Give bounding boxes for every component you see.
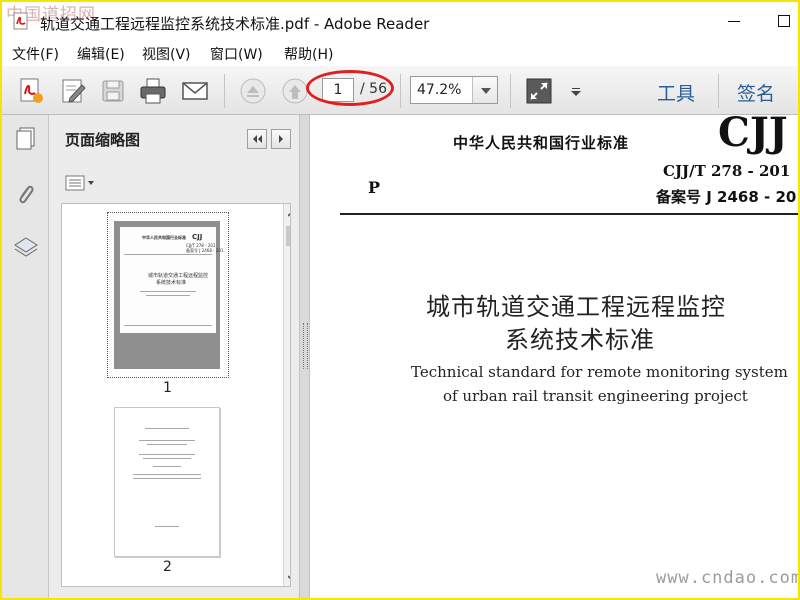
standard-code: CJJ/T 278 - 201 [663, 162, 791, 180]
scrollbar-thumb[interactable] [286, 226, 290, 246]
print-icon[interactable] [138, 76, 168, 106]
sign-button[interactable]: 签名 [737, 79, 775, 106]
thumbnail-text-line [155, 526, 179, 527]
attachment-icon[interactable] [12, 181, 40, 209]
window-title: 轨道交通工程远程监控系统技术标准.pdf - Adobe Reader [40, 15, 430, 33]
previous-page-icon[interactable] [238, 76, 268, 106]
maximize-button[interactable] [772, 10, 796, 32]
record-number: 备案号 J 2468 - 201 [656, 188, 798, 206]
thumbnail-page-2[interactable] [114, 407, 220, 557]
next-page-icon[interactable] [280, 76, 310, 106]
panel-title: 页面缩略图 [65, 131, 141, 149]
highlight-annotation [306, 70, 394, 106]
zoom-select[interactable]: 47.2% [410, 76, 498, 104]
scroll-down-icon[interactable] [288, 574, 291, 582]
document-view: 中华人民共和国行业标准 CJJ CJJ/T 278 - 201 P 备案号 J … [310, 115, 798, 598]
thumbnail-text-line [147, 444, 187, 445]
minimize-button[interactable] [722, 10, 746, 32]
thumbnails-panel: 页面缩略图 中华人民共和国行业标准 CJJ CJJ/T 278 - 201 备案… [49, 115, 299, 598]
thumbnail-title-text: 城市轨道交通工程远程监控 [148, 273, 209, 279]
chevron-down-icon[interactable] [472, 77, 497, 103]
thumbnail-header-text: 中华人民共和国行业标准 [142, 235, 186, 240]
thumbnail-text-line [143, 458, 191, 459]
panel-splitter[interactable] [299, 115, 310, 598]
thumbnail-label-1: 1 [163, 380, 172, 396]
title-bar: 中国道招网 轨道交通工程远程监控系统技术标准.pdf - Adobe Reade… [2, 2, 798, 40]
thumbnail-label-2: 2 [163, 559, 172, 575]
layers-icon[interactable] [12, 233, 40, 261]
thumbnail-options-icon[interactable] [65, 175, 97, 193]
thumbnail-text-line [139, 440, 195, 441]
thumbnail-text-line [133, 474, 201, 475]
thumbnail-text-line [140, 291, 196, 292]
tools-button[interactable]: 工具 [657, 79, 695, 106]
toolbar-separator [400, 74, 401, 108]
menu-view[interactable]: 视图(V) [142, 44, 191, 64]
collapse-panel-button[interactable] [247, 129, 267, 149]
english-title-line-2: of urban rail transit engineering projec… [443, 387, 748, 405]
zoom-value: 47.2% [417, 82, 462, 98]
thumbnail-page-1-content: 中华人民共和国行业标准 CJJ CJJ/T 278 - 201 备案号 J 24… [120, 227, 224, 333]
expand-panel-button[interactable] [271, 129, 291, 149]
edit-document-icon[interactable] [58, 76, 88, 106]
navigation-rail [2, 115, 49, 598]
standard-logo: CJJ [718, 115, 788, 156]
header-rule [340, 213, 798, 215]
toolbar-separator [718, 74, 719, 108]
thumbnail-title-text: 系统技术标准 [156, 280, 187, 286]
english-title-line-1: Technical standard for remote monitoring… [411, 363, 788, 381]
toolbar: 1 / 56 47.2% 工具 签名 [2, 66, 798, 115]
thumbnail-text-line [153, 466, 181, 467]
save-icon[interactable] [98, 76, 128, 106]
create-pdf-icon[interactable] [16, 76, 46, 106]
fullscreen-icon[interactable] [524, 76, 554, 106]
thumbnail-text-line [145, 428, 189, 429]
pdf-file-icon [12, 12, 30, 30]
scroll-up-icon[interactable] [288, 210, 291, 218]
more-tools-dropdown-icon[interactable] [570, 88, 582, 96]
document-header: 中华人民共和国行业标准 [453, 134, 630, 152]
email-icon[interactable] [180, 76, 210, 106]
thumbnail-scrollbar[interactable] [283, 204, 291, 586]
thumbnail-rule [124, 254, 212, 255]
menu-edit[interactable]: 编辑(E) [77, 44, 125, 64]
thumbnail-text-line [139, 454, 195, 455]
menu-file[interactable]: 文件(F) [12, 44, 59, 64]
menu-bar: 文件(F) 编辑(E) 视图(V) 窗口(W) 帮助(H) [2, 42, 798, 64]
toolbar-separator [224, 74, 225, 108]
thumbnail-text-line [133, 478, 201, 479]
thumbnail-rule [124, 325, 212, 326]
menu-help[interactable]: 帮助(H) [284, 44, 333, 64]
thumbnail-list: 中华人民共和国行业标准 CJJ CJJ/T 278 - 201 备案号 J 24… [61, 203, 291, 587]
page-thumbnails-icon[interactable] [12, 125, 40, 153]
site-watermark: www.cndao.com [656, 568, 798, 588]
toolbar-separator [510, 74, 511, 108]
document-title-line-2: 系统技术标准 [505, 326, 655, 354]
standard-category: P [368, 178, 381, 197]
thumbnail-logo-text: CJJ [192, 233, 203, 241]
menu-window[interactable]: 窗口(W) [210, 44, 263, 64]
splitter-grip[interactable] [303, 323, 308, 369]
thumbnail-text-line [146, 295, 190, 296]
document-title-line-1: 城市轨道交通工程远程监控 [426, 293, 726, 321]
